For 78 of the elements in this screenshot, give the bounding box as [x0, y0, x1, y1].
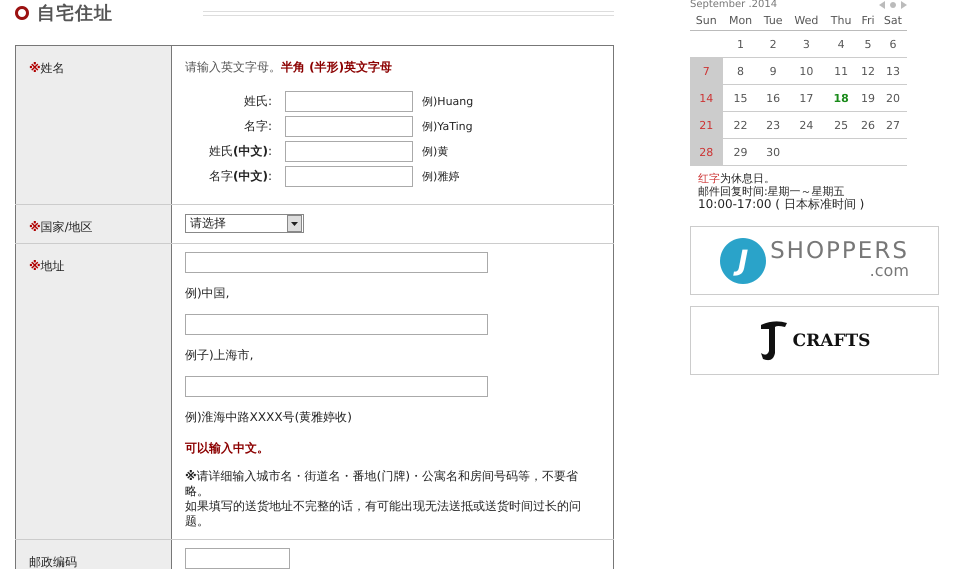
weekday-label: Mon: [722, 10, 759, 30]
calendar-day[interactable]: 10: [788, 58, 826, 84]
logo-circle: J: [720, 238, 766, 284]
postal-code-field[interactable]: [185, 548, 290, 569]
calendar-day[interactable]: 26: [857, 112, 879, 138]
calendar-day[interactable]: 20: [878, 84, 907, 112]
example-text: 例)Huang: [421, 94, 474, 109]
field-label: 名字(中文):: [208, 168, 273, 185]
field-label: 名字:: [242, 118, 273, 135]
weekday-label: Sun: [690, 10, 723, 30]
country-select[interactable]: 请选择: [185, 214, 304, 233]
calendar-day[interactable]: 17: [788, 84, 826, 112]
calendar-day[interactable]: 25: [825, 112, 858, 138]
calendar-day[interactable]: 13: [878, 58, 907, 84]
input-field[interactable]: [185, 252, 488, 273]
hint-text: 请输入英文字母。: [185, 60, 281, 74]
calendar-day[interactable]: 19: [857, 84, 879, 112]
hint-emphasis: 半角 (半形)英文字母: [281, 60, 392, 74]
calendar-day[interactable]: 22: [722, 112, 759, 138]
example-text: 例子)上海市,: [185, 348, 254, 362]
field-label: 地址: [40, 259, 65, 273]
required-mark: ※: [29, 61, 41, 75]
example-text: 例)黄: [421, 144, 450, 159]
calendar-day[interactable]: 16: [758, 84, 788, 112]
example-text: 例)雅婷: [421, 169, 460, 184]
calendar-day[interactable]: 2: [758, 30, 788, 58]
field-label: 姓氏:: [242, 93, 273, 110]
weekday-label: Sat: [878, 10, 907, 30]
ring-icon: [15, 6, 29, 20]
instruction-text: 如果填写的送货地址不完整的话，有可能出现无法送抵或送货时间过长的问题。: [185, 499, 582, 529]
logo-name: SHOPPERS: [770, 240, 909, 260]
calendar-day[interactable]: 24: [788, 112, 826, 138]
hours-text: 邮件回复时间:星期一～星期五: [698, 185, 845, 198]
calendar-day[interactable]: 12: [857, 58, 879, 84]
crafts-banner[interactable]: CRAFTS: [690, 306, 939, 375]
example-text: 例)淮海中路XXXX号(黄雅婷收): [185, 410, 352, 424]
calendar-day[interactable]: 23: [758, 112, 788, 138]
brush-stroke-icon: [758, 318, 789, 362]
required-mark: ※: [29, 220, 41, 234]
calendar-day[interactable]: 8: [722, 58, 759, 84]
calendar-day[interactable]: 30: [758, 138, 788, 166]
input-field[interactable]: [185, 376, 488, 397]
weekday-label: Wed: [788, 10, 826, 30]
section-title: 自宅住址: [37, 2, 113, 25]
calendar-day[interactable]: 3: [788, 30, 826, 58]
instruction-text: ※请详细输入城市名・街道名・番地(门牌)・公寓名和房间号码等，不要省略。: [185, 469, 580, 499]
input-field[interactable]: [285, 116, 413, 137]
required-mark: ※: [29, 259, 41, 273]
input-field[interactable]: [285, 166, 413, 187]
field-label: 邮政编码: [29, 555, 77, 569]
example-text: 例)YaTing: [421, 119, 474, 134]
calendar-day[interactable]: 9: [758, 58, 788, 84]
legend-highlight: 红字: [698, 172, 720, 185]
calendar-day[interactable]: 11: [825, 58, 858, 84]
weekday-label: Tue: [758, 10, 788, 30]
legend-text: 为休息日。: [720, 172, 775, 185]
input-field[interactable]: [185, 314, 488, 335]
input-field[interactable]: [285, 91, 413, 112]
calendar-day[interactable]: 6: [878, 30, 907, 58]
calendar-day[interactable]: 29: [722, 138, 759, 166]
calendar-day[interactable]: 18: [825, 84, 858, 112]
logo-name: CRAFTS: [792, 330, 870, 350]
calendar-day[interactable]: 15: [722, 84, 759, 112]
field-label: 国家/地区: [40, 220, 93, 234]
month-nav-icon[interactable]: [879, 1, 907, 9]
weekday-label: Fri: [857, 10, 879, 30]
calendar-day[interactable]: 1: [722, 30, 759, 58]
field-label: 姓氏(中文):: [208, 143, 273, 160]
logo-suffix: .com: [870, 260, 909, 280]
hours-time: 10:00-17:00 ( 日本标准时间 ): [698, 197, 864, 211]
note-text: 可以输入中文。: [185, 440, 270, 457]
example-text: 例)中国,: [185, 286, 230, 300]
input-field[interactable]: [285, 141, 413, 162]
weekday-label: Thu: [825, 10, 858, 30]
field-label: 姓名: [40, 61, 65, 75]
calendar-day[interactable]: 5: [857, 30, 879, 58]
calendar-day[interactable]: 27: [878, 112, 907, 138]
calendar-day[interactable]: 4: [825, 30, 858, 58]
